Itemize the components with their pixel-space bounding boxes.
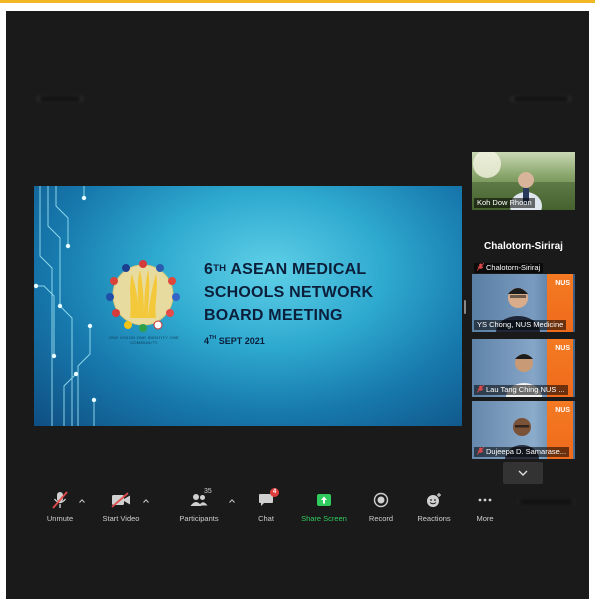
participants-count: 35 <box>204 488 212 495</box>
chevron-down-icon <box>518 470 528 476</box>
share-screen-button[interactable]: Share Screen <box>300 491 348 523</box>
participant-tile-dujeepa-samarase[interactable]: NUS Dujeepa D. Samarase... <box>472 401 575 459</box>
participant-tile-lau-tang-ching[interactable]: NUS Lau Tang Ching NUS ... <box>472 339 575 397</box>
participant-tile-koh-dow-rhoon[interactable]: Koh Dow Rhoon <box>472 152 575 210</box>
record-button[interactable]: Record <box>366 491 396 523</box>
slide-title: 6TH ASEAN MEDICAL SCHOOLS NETWORK BOARD … <box>204 261 374 324</box>
participant-name: Koh Dow Rhoon <box>474 198 535 208</box>
share-screen-icon <box>317 494 331 506</box>
participants-button[interactable]: 35 Participants <box>176 488 222 523</box>
participants-label: Participants <box>179 514 219 523</box>
slide-date: 4TH SEPT 2021 <box>204 335 265 346</box>
muted-mic-icon <box>477 385 484 393</box>
participant-name: YS Chong, NUS Medicine <box>474 320 567 330</box>
participant-name-bar: Chalotorn-Siriraj <box>474 263 544 273</box>
start-video-button[interactable]: Start Video <box>100 491 142 523</box>
redacted-name-left <box>36 96 84 102</box>
audio-options-caret-icon[interactable] <box>79 499 85 503</box>
more-label: More <box>476 514 494 523</box>
participant-display-name: Chalotorn-Siriraj <box>484 241 563 252</box>
view-splitter-handle[interactable] <box>464 300 466 314</box>
muted-mic-icon <box>477 447 484 455</box>
top-accent-bar <box>0 0 595 3</box>
participant-name-bar: Dujeepa D. Samarase... <box>474 447 570 457</box>
participants-icon <box>190 494 208 506</box>
chat-label: Chat <box>258 514 274 523</box>
start-video-label: Start Video <box>102 514 140 523</box>
unmute-label: Unmute <box>46 514 74 523</box>
participant-name-bar: Lau Tang Ching NUS ... <box>474 385 568 395</box>
chat-unread-badge: 4 <box>270 488 279 497</box>
record-icon <box>373 492 389 508</box>
reactions-smiley-icon <box>427 493 441 507</box>
gallery-scroll-down-button[interactable] <box>503 462 543 484</box>
more-button[interactable]: More <box>472 491 498 523</box>
muted-mic-icon <box>477 263 484 271</box>
muted-microphone-icon <box>52 491 68 509</box>
asean-logo <box>106 260 180 332</box>
participants-options-caret-icon[interactable] <box>229 499 235 503</box>
unmute-button[interactable]: Unmute <box>42 491 78 523</box>
chat-button[interactable]: 4 Chat <box>254 488 279 523</box>
logo-caption: ONE VISION ONE IDENTITY ONE COMMUNITY <box>108 335 180 345</box>
reactions-button[interactable]: Reactions <box>414 491 454 523</box>
record-label: Record <box>368 514 394 523</box>
participant-tile-chalotorn-siriraj[interactable]: Chalotorn-Siriraj Chalotorn-Siriraj <box>472 217 575 275</box>
redacted-end-button <box>516 499 576 505</box>
redacted-name-right <box>510 96 572 102</box>
video-off-icon <box>111 492 130 508</box>
participant-tile-ys-chong[interactable]: NUS YS Chong, NUS Medicine <box>472 274 575 332</box>
zoom-meeting-window: ONE VISION ONE IDENTITY ONE COMMUNITY 6T… <box>6 11 589 599</box>
video-options-caret-icon[interactable] <box>143 499 149 503</box>
shared-screen-slide: ONE VISION ONE IDENTITY ONE COMMUNITY 6T… <box>34 186 462 426</box>
share-screen-label: Share Screen <box>301 514 347 523</box>
more-dots-icon <box>478 498 492 502</box>
reactions-label: Reactions <box>417 514 451 523</box>
